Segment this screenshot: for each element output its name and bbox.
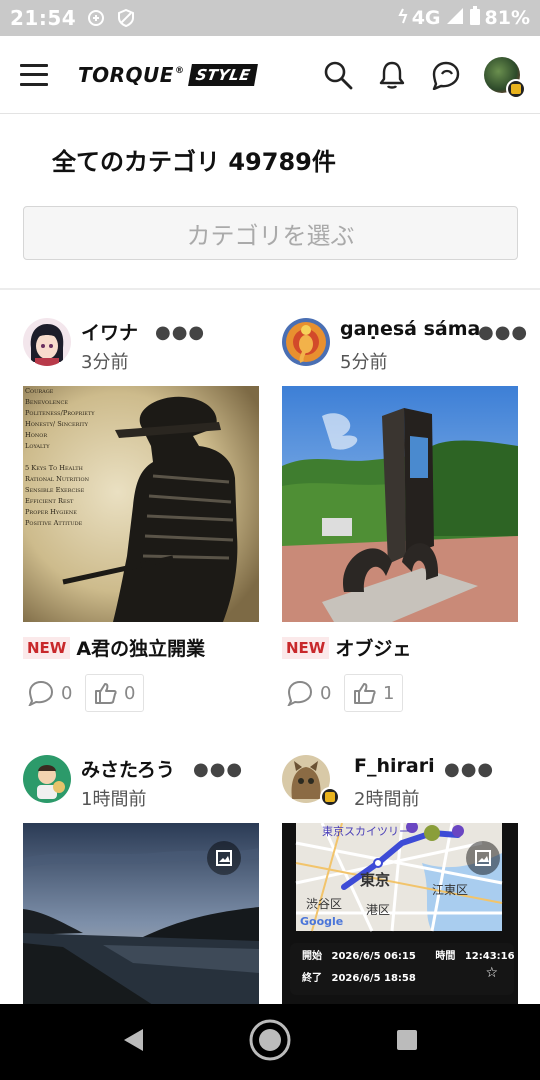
more-options-icon[interactable]: ●●● [155,322,205,343]
new-badge: NEW [282,636,330,659]
rank-badge-icon [506,78,526,99]
more-options-icon[interactable]: ●●● [193,759,243,780]
post-username[interactable]: F_hirari [354,755,435,777]
comment-count: 0 [320,682,332,704]
logo-main-text: TORQUE [78,62,174,87]
network-label: 4G [411,7,441,29]
system-nav-bar [0,1004,540,1080]
data-saver-icon [86,8,106,28]
more-options-icon[interactable]: ●●● [444,759,494,780]
map-label-shibuya: 渋谷区 [306,897,343,911]
gallery-icon [466,841,500,875]
post-image[interactable] [282,386,518,622]
like-count: 0 [124,682,136,704]
rank-badge-icon [320,787,340,807]
gallery-icon [207,841,241,875]
start-label: 開始 [302,951,322,962]
battery-icon [469,5,481,31]
post-username[interactable]: イワナ [81,318,138,345]
logo-registered-mark: ® [174,65,185,76]
hamburger-menu-icon[interactable] [20,63,48,86]
user-avatar[interactable] [484,56,526,99]
duration-label: 時間 [435,951,456,962]
start-value: 2026/6/5 06:15 [331,951,416,962]
chat-icon[interactable] [430,59,462,91]
new-badge: NEW [23,636,71,659]
map-label-tokyo: 東京 [360,871,391,889]
avatar[interactable] [282,318,330,366]
post-card[interactable]: F_hirari ●●● 2時間前 東京スカイツリー 東京 江東区 渋谷区 港区… [282,755,518,1005]
shield-icon [116,8,136,28]
post-image[interactable]: 東京スカイツリー 東京 江東区 渋谷区 港区 Google 開始 2026/6/… [282,823,518,1005]
post-title[interactable]: オブジェ [335,634,411,661]
comment-button[interactable]: 0 [27,680,85,706]
post-time: 1時間前 [81,789,147,810]
post-card[interactable]: イワナ ●●● 3分前 Courage Benevolence Politene… [23,318,259,712]
signal-icon [445,7,465,30]
torque-style-logo[interactable]: TORQUE ® STYLE [78,62,259,87]
comment-button[interactable]: 0 [286,680,344,706]
end-value: 2026/6/5 18:58 [331,973,416,984]
home-icon[interactable] [248,1018,292,1066]
app-header: TORQUE ® STYLE [0,36,540,114]
post-title[interactable]: A君の独立開業 [76,634,205,661]
divider [0,288,540,290]
post-card[interactable]: みさたろう ●●● 1時間前 [23,755,259,1005]
comment-icon [287,680,313,706]
more-options-icon[interactable]: ●●● [478,322,528,343]
post-image[interactable]: Courage Benevolence Politeness/Propriety… [23,386,259,622]
vibrate-icon [398,7,408,30]
like-button[interactable]: 0 [85,674,145,712]
star-icon[interactable]: ☆ [485,965,498,981]
like-count: 1 [383,682,395,704]
post-time: 5分前 [340,352,388,373]
bell-icon[interactable] [376,59,408,91]
recent-apps-icon[interactable] [395,1028,419,1056]
status-bar: 21:54 4G 81% [0,0,540,36]
logo-style-box: STYLE [188,63,259,86]
battery-percent: 81% [484,7,530,29]
thumbs-up-icon [354,683,376,704]
category-title: 全てのカテゴリ 49789件 [52,148,336,176]
map-label-minato: 港区 [366,903,391,917]
avatar[interactable] [282,755,340,807]
end-label: 終了 [302,973,322,984]
comment-icon [28,680,54,706]
category-select[interactable]: カテゴリを選ぶ [23,206,518,260]
thumbs-up-icon [95,683,117,704]
status-time: 21:54 [10,6,77,30]
post-image[interactable] [23,823,259,1005]
map-label-skytree: 東京スカイツリー [322,825,410,838]
duration-value: 12:43:16 [464,951,515,962]
avatar[interactable] [23,318,71,366]
post-card[interactable]: gaṇesá sáma ●●● 5分前 NEW オブジェ 0 1 [282,318,527,712]
map-label-koto: 江東区 [432,883,469,897]
comment-count: 0 [61,682,73,704]
post-time: 3分前 [81,352,129,373]
like-button[interactable]: 1 [344,674,404,712]
post-username[interactable]: gaṇesá sáma [340,318,480,340]
google-logo: Google [300,915,344,928]
post-username[interactable]: みさたろう [81,755,175,782]
search-icon[interactable] [322,59,354,91]
post-time: 2時間前 [354,789,420,810]
back-icon[interactable] [121,1027,145,1057]
post-image-text: Courage Benevolence Politeness/Propriety… [25,387,95,527]
avatar[interactable] [23,755,71,803]
